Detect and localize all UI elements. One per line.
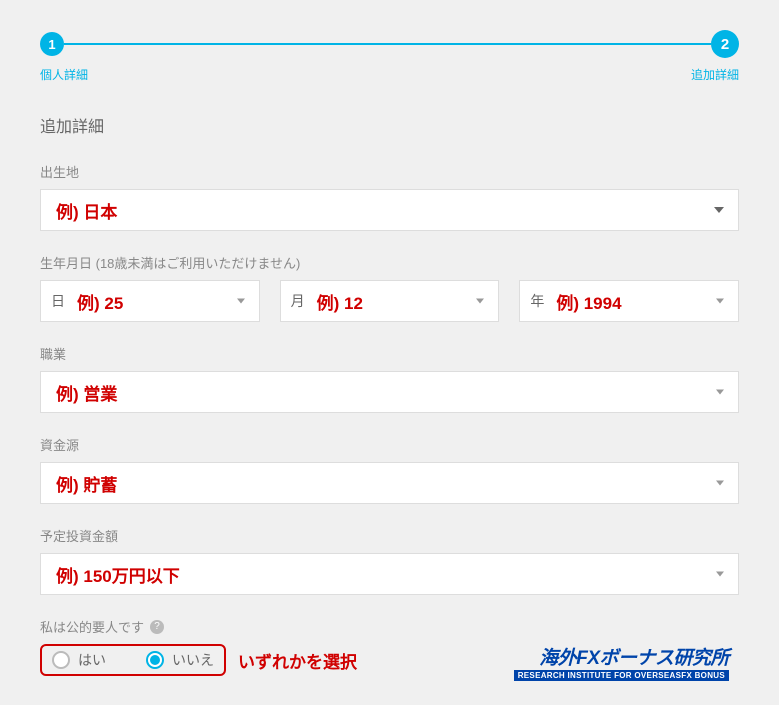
funding-source-label: 資金源 [40,435,739,454]
dob-year-example: 例) 1994 [556,289,621,314]
step-2-label: 追加詳細 [691,66,739,83]
occupation-field: 職業 例) 営業 [40,344,739,413]
help-icon[interactable]: ? [150,620,164,634]
step-1-label: 個人詳細 [40,66,88,83]
birthplace-select[interactable]: 例) 日本 [40,189,739,231]
occupation-label: 職業 [40,344,739,363]
occupation-select[interactable]: 例) 営業 [40,371,739,413]
pep-annotation: いずれかを選択 [238,648,357,673]
dob-day-example: 例) 25 [77,289,123,314]
caret-down-icon [716,572,724,577]
pep-no-radio[interactable]: いいえ [146,650,214,670]
caret-down-icon [476,299,484,304]
funding-source-select[interactable]: 例) 貯蓄 [40,462,739,504]
caret-down-icon [716,390,724,395]
pep-label: 私は公的要人です [40,617,144,636]
funding-source-example: 例) 貯蓄 [56,471,117,496]
dob-year-select[interactable]: 年 例) 1994 [519,280,739,322]
dob-month-example: 例) 12 [317,289,363,314]
dob-day-select[interactable]: 日 例) 25 [40,280,260,322]
radio-icon [52,651,70,669]
caret-down-icon [714,207,724,213]
pep-no-label: いいえ [172,650,214,670]
watermark: 海外FXボーナス研究所 RESEARCH INSTITUTE FOR OVERS… [514,643,729,681]
dob-field: 生年月日 (18歳未満はご利用いただけません) 日 例) 25 月 例) 12 … [40,253,739,322]
funding-source-field: 資金源 例) 貯蓄 [40,435,739,504]
step-labels: 個人詳細 追加詳細 [40,66,739,83]
caret-down-icon [716,481,724,486]
watermark-sub: RESEARCH INSTITUTE FOR OVERSEASFX BONUS [514,670,729,681]
caret-down-icon [716,299,724,304]
step-1-indicator: 1 [40,32,64,56]
caret-down-icon [237,299,245,304]
dob-year-prefix: 年 [530,291,544,311]
pep-yes-radio[interactable]: はい [52,650,106,670]
dob-month-select[interactable]: 月 例) 12 [280,280,500,322]
pep-radio-group: はい いいえ [40,644,226,676]
progress-line [64,43,711,45]
birthplace-label: 出生地 [40,162,739,181]
progress-bar: 1 2 [40,30,739,58]
pep-yes-label: はい [78,650,106,670]
dob-day-prefix: 日 [51,291,65,311]
step-2-indicator: 2 [711,30,739,58]
birthplace-example: 例) 日本 [56,198,117,223]
birthplace-field: 出生地 例) 日本 [40,162,739,231]
occupation-example: 例) 営業 [56,380,117,405]
investment-amount-label: 予定投資金額 [40,526,739,545]
radio-selected-icon [146,651,164,669]
section-title: 追加詳細 [40,113,739,137]
investment-amount-select[interactable]: 例) 150万円以下 [40,553,739,595]
watermark-main: 海外FXボーナス研究所 [514,643,729,670]
dob-month-prefix: 月 [291,291,305,311]
investment-amount-example: 例) 150万円以下 [56,562,180,587]
investment-amount-field: 予定投資金額 例) 150万円以下 [40,526,739,595]
dob-label: 生年月日 (18歳未満はご利用いただけません) [40,253,739,272]
